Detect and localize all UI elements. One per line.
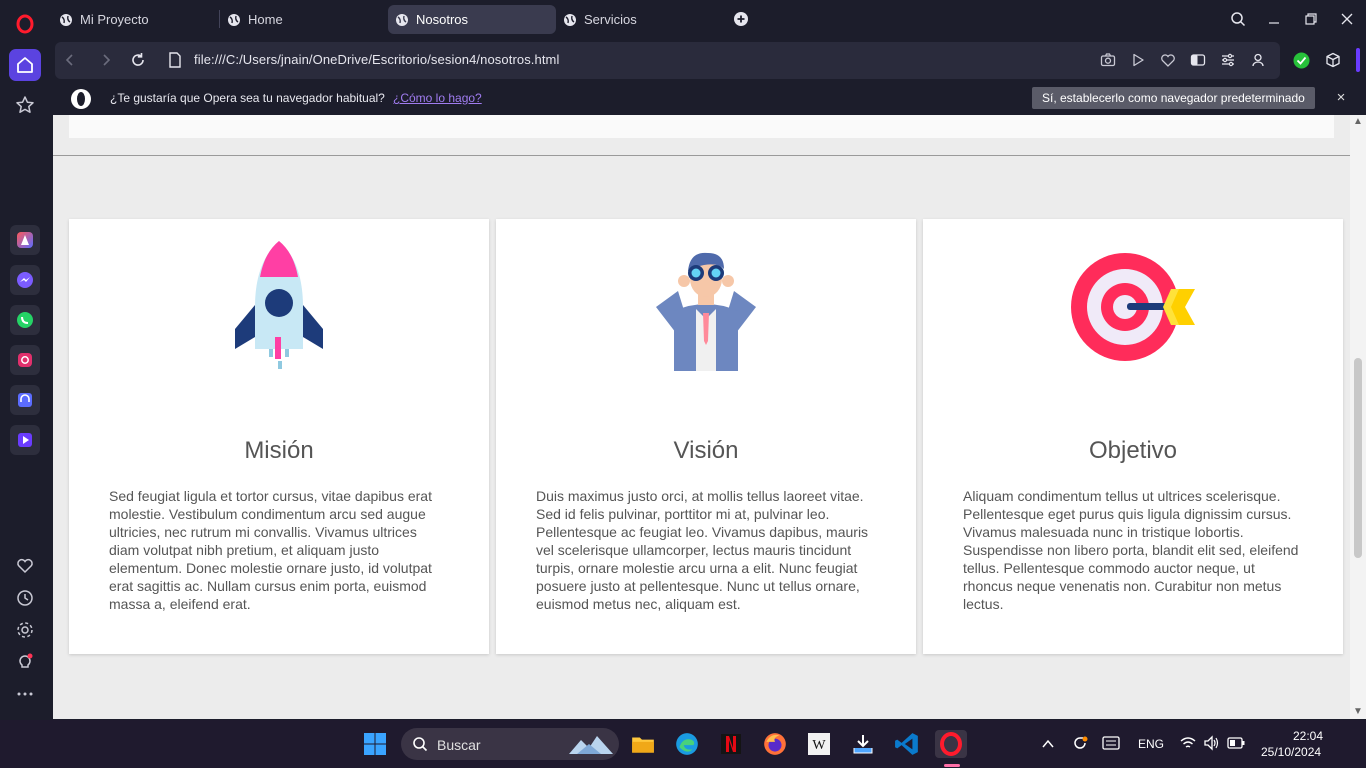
bookmark-heart-icon[interactable] — [1160, 52, 1176, 68]
active-app-indicator — [944, 764, 960, 767]
opera-taskbar-icon[interactable] — [935, 730, 967, 758]
scroll-up-icon[interactable]: ▲ — [1352, 117, 1364, 127]
checkmark-extension-icon[interactable] — [1293, 52, 1310, 69]
sidebar-toggle-bar[interactable] — [1356, 48, 1360, 72]
battery-icon[interactable] — [1227, 736, 1245, 750]
wikipedia-icon[interactable]: W — [805, 730, 833, 758]
sync-icon[interactable] — [1071, 734, 1089, 752]
tab-label: Nosotros — [416, 12, 469, 27]
snapshot-camera-icon[interactable] — [1100, 52, 1116, 68]
messenger-icon[interactable] — [10, 265, 40, 295]
downloads-icon[interactable] — [849, 730, 877, 758]
search-icon — [413, 737, 428, 752]
back-icon[interactable] — [61, 51, 79, 69]
language-indicator[interactable]: ENG — [1138, 737, 1164, 751]
easy-setup-icon[interactable] — [1190, 52, 1206, 68]
volume-icon[interactable] — [1203, 735, 1219, 751]
tab-strip: Mi Proyecto Home Nosotros Servicios — [50, 0, 1366, 38]
tab-label: Home — [248, 12, 283, 27]
reload-icon[interactable] — [129, 51, 147, 69]
restore-icon[interactable] — [1301, 9, 1321, 29]
page-viewport: Misión Sed feugiat ligula et tortor curs… — [53, 115, 1366, 719]
player-play-icon[interactable] — [1130, 52, 1146, 68]
extensions-cube-icon[interactable] — [1325, 52, 1341, 68]
music-player-icon[interactable] — [10, 385, 40, 415]
set-default-button[interactable]: Sí, establecerlo como navegador predeter… — [1032, 87, 1315, 109]
tab-servicios[interactable]: Servicios — [556, 5, 721, 34]
card-text: Sed feugiat ligula et tortor cursus, vit… — [109, 488, 432, 612]
vscode-icon[interactable] — [893, 730, 921, 758]
heart-icon[interactable] — [9, 550, 41, 582]
page-scrollbar[interactable]: ▲ ▼ — [1350, 115, 1366, 719]
tab-home[interactable]: Home — [220, 5, 385, 34]
previous-section-card — [69, 115, 1334, 138]
forward-icon[interactable] — [97, 51, 115, 69]
mission-card: Misión Sed feugiat ligula et tortor curs… — [69, 219, 489, 654]
opera-menu-icon[interactable] — [9, 8, 41, 40]
extensions-area — [1284, 42, 1366, 79]
default-browser-infobar: ¿Te gustaría que Opera sea tu navegador … — [55, 83, 1366, 114]
home-icon[interactable] — [9, 49, 41, 81]
target-icon — [1071, 253, 1195, 361]
aria-app-icon[interactable] — [10, 225, 40, 255]
opera-logo-icon — [71, 89, 91, 109]
windows-start-icon[interactable] — [361, 730, 389, 758]
keyboard-icon[interactable] — [1102, 735, 1120, 751]
infobar-how-link[interactable]: ¿Cómo lo hago? — [393, 91, 482, 105]
search-highlight-mountains-icon — [569, 736, 613, 754]
svg-text:W: W — [812, 738, 826, 753]
rocket-icon — [235, 241, 323, 369]
section-divider — [53, 155, 1350, 156]
chevron-up-icon[interactable] — [1041, 737, 1055, 751]
card-text: Aliquam condimentum tellus ut ultrices s… — [963, 488, 1299, 612]
globe-icon — [396, 13, 408, 26]
close-window-icon[interactable] — [1337, 9, 1357, 29]
netflix-icon[interactable] — [717, 730, 745, 758]
tab-label: Servicios — [584, 12, 637, 27]
card-title: Misión — [244, 437, 314, 464]
vision-card: Visión Duis maximus justo orci, at molli… — [496, 219, 916, 654]
account-icon[interactable] — [1250, 52, 1266, 68]
edge-browser-icon[interactable] — [673, 730, 701, 758]
globe-icon — [564, 13, 576, 26]
infobar-close-icon[interactable]: × — [1333, 89, 1349, 106]
card-text: Duis maximus justo orci, at mollis tellu… — [536, 488, 869, 612]
clock-time[interactable]: 22:04 — [1293, 729, 1323, 743]
search-placeholder: Buscar — [437, 737, 481, 753]
minimize-icon[interactable] — [1264, 9, 1284, 29]
scroll-thumb[interactable] — [1354, 358, 1362, 558]
sliders-icon[interactable] — [1220, 52, 1236, 68]
history-clock-icon[interactable] — [9, 582, 41, 614]
instagram-icon[interactable] — [10, 345, 40, 375]
player-icon[interactable] — [10, 425, 40, 455]
tab-search-icon[interactable] — [1228, 9, 1248, 29]
tab-nosotros[interactable]: Nosotros — [388, 5, 556, 34]
scroll-down-icon[interactable]: ▼ — [1352, 707, 1364, 717]
firefox-icon[interactable] — [761, 730, 789, 758]
taskbar-search[interactable]: Buscar — [401, 728, 619, 760]
globe-icon — [60, 13, 72, 26]
url-field[interactable]: file:///C:/Users/jnain/OneDrive/Escritor… — [194, 52, 559, 67]
card-title: Visión — [673, 437, 739, 464]
globe-icon — [228, 13, 240, 26]
opera-sidebar — [0, 0, 50, 720]
file-icon[interactable] — [168, 52, 182, 68]
windows-taskbar: Buscar W ENG 22:04 25/10/2024 — [0, 720, 1366, 768]
objective-card: Objetivo Aliquam condimentum tellus ut u… — [923, 219, 1343, 654]
tips-lightbulb-icon[interactable] — [9, 646, 41, 678]
file-explorer-icon[interactable] — [629, 730, 657, 758]
clock-date[interactable]: 25/10/2024 — [1261, 745, 1321, 759]
binoculars-man-icon — [656, 252, 756, 371]
tab-mi-proyecto[interactable]: Mi Proyecto — [52, 5, 217, 34]
card-title: Objetivo — [1088, 437, 1178, 464]
more-options-icon[interactable] — [9, 678, 41, 710]
wifi-icon[interactable] — [1180, 736, 1196, 750]
new-tab-plus-icon[interactable] — [731, 9, 751, 29]
infobar-message: ¿Te gustaría que Opera sea tu navegador … — [110, 91, 385, 105]
address-bar: file:///C:/Users/jnain/OneDrive/Escritor… — [55, 42, 1280, 79]
tab-label: Mi Proyecto — [80, 12, 149, 27]
whatsapp-icon[interactable] — [10, 305, 40, 335]
bookmarks-star-icon[interactable] — [9, 89, 41, 121]
settings-gear-icon[interactable] — [9, 614, 41, 646]
